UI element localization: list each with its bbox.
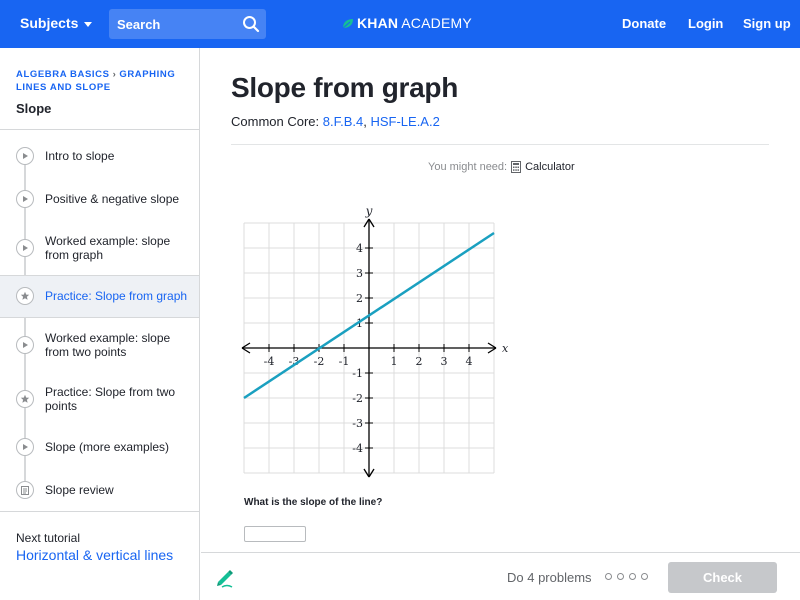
- progress-dot: [617, 573, 624, 580]
- y-tick-label: 3: [356, 267, 363, 280]
- play-icon: [16, 190, 34, 208]
- breadcrumb: ALGEBRA BASICS › GRAPHING LINES AND SLOPE: [16, 68, 191, 94]
- sidebar-item-label: Worked example: slope from graph: [45, 234, 171, 262]
- problem-progress-dots: [605, 573, 648, 580]
- sidebar-item-label: Slope (more examples): [45, 440, 170, 454]
- chevron-down-icon: [84, 21, 93, 27]
- y-tick-label: -3: [352, 417, 363, 430]
- login-link[interactable]: Login: [688, 16, 723, 31]
- x-tick-label: 2: [416, 355, 423, 368]
- x-tick-label: 4: [466, 355, 473, 368]
- sidebar-item-slope-more-examples[interactable]: Slope (more examples): [0, 435, 199, 459]
- sidebar-item-worked-example-slope-from-two-points[interactable]: Worked example: slope from two points: [0, 327, 199, 363]
- answer-input[interactable]: [244, 526, 306, 542]
- signup-link[interactable]: Sign up: [743, 16, 791, 31]
- calculator-icon: [511, 161, 522, 173]
- sidebar-item-label: Positive & negative slope: [45, 192, 180, 206]
- sidebar-item-label: Practice: Slope from two points: [45, 385, 176, 413]
- coordinate-graph: -4 -3 -2 -1 1 2 3 44321-1-2-3-4xy: [241, 204, 509, 478]
- common-core-label: Common Core:: [231, 114, 320, 129]
- play-icon: [16, 438, 34, 456]
- top-nav-bar: Subjects KHANACADEMY Donate Login Sign u…: [0, 0, 800, 48]
- do-problems-label: Do 4 problems: [507, 570, 592, 585]
- logo-text-light: ACADEMY: [401, 15, 472, 31]
- y-tick-label: 4: [356, 242, 363, 255]
- page-title: Slope from graph: [231, 72, 458, 103]
- standard-link-8fb4[interactable]: 8.F.B.4: [323, 114, 363, 129]
- divider: [231, 144, 769, 145]
- sidebar-item-practice-slope-from-graph[interactable]: Practice: Slope from graph: [0, 275, 199, 318]
- exercise-content: Slope from graph Common Core: 8.F.B.4, H…: [201, 48, 800, 552]
- search-input[interactable]: [109, 9, 237, 39]
- play-icon: [16, 147, 34, 165]
- y-axis-label: y: [365, 204, 373, 218]
- sidebar-item-practice-slope-from-two-points[interactable]: Practice: Slope from two points: [0, 381, 199, 417]
- you-might-need: You might need: Calculator: [428, 161, 575, 173]
- article-icon: [16, 481, 34, 499]
- sidebar-item-worked-example-slope-from-graph[interactable]: Worked example: slope from graph: [0, 230, 199, 266]
- next-tutorial-link[interactable]: Horizontal & vertical lines: [16, 547, 173, 563]
- progress-dot: [605, 573, 612, 580]
- progress-dot: [629, 573, 636, 580]
- exercise-footer: Do 4 problems Check: [201, 552, 800, 600]
- star-icon: [16, 287, 34, 305]
- sidebar-item-slope-review[interactable]: Slope review: [0, 478, 199, 502]
- sidebar-item-label: Intro to slope: [45, 149, 115, 163]
- play-icon: [16, 239, 34, 257]
- x-tick-label: -1: [339, 355, 350, 368]
- check-button[interactable]: Check: [668, 562, 777, 593]
- x-tick-label: -4: [264, 355, 275, 368]
- logo-text-bold: KHAN: [357, 15, 399, 31]
- calculator-label: Calculator: [525, 161, 575, 173]
- breadcrumb-algebra-basics[interactable]: ALGEBRA BASICS: [16, 69, 110, 80]
- y-tick-label: -4: [352, 442, 363, 455]
- tutorial-title: Slope: [16, 101, 52, 116]
- subjects-label: Subjects: [20, 15, 79, 31]
- x-tick-label: -2: [314, 355, 325, 368]
- leaf-icon: [342, 18, 353, 28]
- search-box[interactable]: [109, 9, 266, 39]
- x-axis-label: x: [502, 342, 509, 355]
- y-tick-label: 2: [356, 292, 363, 305]
- donate-link[interactable]: Donate: [622, 16, 666, 31]
- sidebar-item-label: Worked example: slope from two points: [45, 331, 171, 359]
- subjects-menu[interactable]: Subjects: [20, 15, 93, 31]
- scratchpad-pencil-icon[interactable]: [214, 567, 236, 589]
- sidebar-item-label: Practice: Slope from graph: [45, 289, 188, 303]
- y-tick-label: -1: [352, 367, 363, 380]
- you-might-need-label: You might need:: [428, 161, 508, 173]
- question-text: What is the slope of the line?: [244, 497, 383, 508]
- divider: [0, 129, 199, 130]
- sidebar-item-label: Slope review: [45, 483, 114, 497]
- khan-academy-logo[interactable]: KHAN ACADEMY: [342, 15, 472, 31]
- star-icon: [16, 390, 34, 408]
- next-tutorial-label: Next tutorial: [16, 531, 81, 545]
- progress-dot: [641, 573, 648, 580]
- common-core-standards: Common Core: 8.F.B.4, HSF-LE.A.2: [231, 114, 440, 129]
- sidebar-item-positive-negative-slope[interactable]: Positive & negative slope: [0, 187, 199, 211]
- chevron-right-icon: ›: [112, 69, 117, 80]
- divider: [0, 511, 199, 512]
- standard-link-hsf-lea2[interactable]: HSF-LE.A.2: [370, 114, 439, 129]
- calculator-button[interactable]: Calculator: [511, 161, 575, 173]
- x-tick-label: 3: [441, 355, 448, 368]
- sidebar: ALGEBRA BASICS › GRAPHING LINES AND SLOPE …: [0, 48, 200, 600]
- search-icon[interactable]: [242, 15, 260, 33]
- y-tick-label: -2: [352, 392, 363, 405]
- x-tick-label: 1: [391, 355, 398, 368]
- sidebar-item-intro-to-slope[interactable]: Intro to slope: [0, 144, 199, 168]
- play-icon: [16, 336, 34, 354]
